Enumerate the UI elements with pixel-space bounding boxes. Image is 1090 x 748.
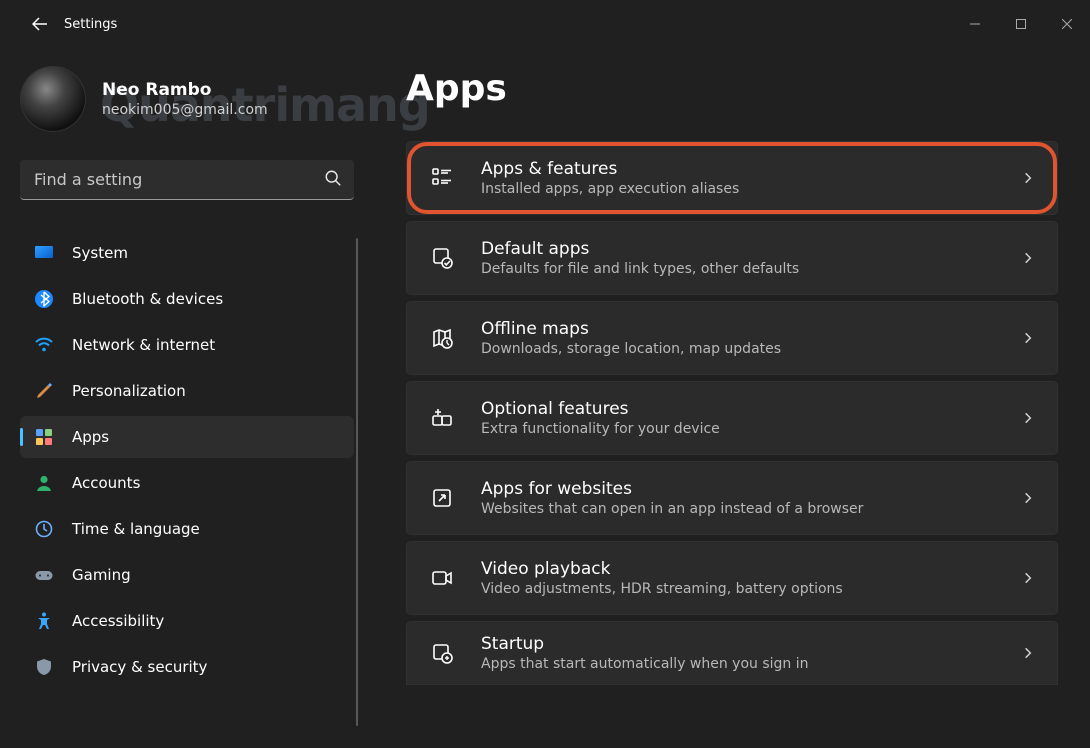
search-box <box>20 160 354 200</box>
sidebar-item-bluetooth[interactable]: Bluetooth & devices <box>20 278 354 320</box>
paintbrush-icon <box>34 381 54 401</box>
page-title: Apps <box>406 68 1058 109</box>
sidebar-item-label: Privacy & security <box>72 658 207 676</box>
back-button[interactable] <box>20 4 60 44</box>
titlebar: Settings <box>0 0 1090 48</box>
apps-list-icon <box>429 165 455 191</box>
sidebar-item-label: Accounts <box>72 474 140 492</box>
minimize-button[interactable] <box>952 8 998 40</box>
card-title: Optional features <box>481 399 1021 419</box>
sidebar-item-accessibility[interactable]: Accessibility <box>20 600 354 642</box>
chevron-right-icon <box>1021 411 1035 425</box>
card-optional-features[interactable]: Optional features Extra functionality fo… <box>406 381 1058 455</box>
sidebar-item-privacy[interactable]: Privacy & security <box>20 646 354 688</box>
sidebar-item-label: Personalization <box>72 382 186 400</box>
clock-globe-icon <box>34 519 54 539</box>
card-subtitle: Video adjustments, HDR streaming, batter… <box>481 581 1021 597</box>
wifi-icon <box>34 335 54 355</box>
accessibility-icon <box>34 611 54 631</box>
card-subtitle: Apps that start automatically when you s… <box>481 656 1021 672</box>
sidebar-item-label: Apps <box>72 428 109 446</box>
sidebar-item-personalization[interactable]: Personalization <box>20 370 354 412</box>
chevron-right-icon <box>1021 646 1035 660</box>
maximize-button[interactable] <box>998 8 1044 40</box>
profile-email: neokim005@gmail.com <box>102 102 268 118</box>
sidebar-item-gaming[interactable]: Gaming <box>20 554 354 596</box>
card-default-apps[interactable]: Default apps Defaults for file and link … <box>406 221 1058 295</box>
apps-for-websites-icon <box>429 485 455 511</box>
optional-features-icon <box>429 405 455 431</box>
sidebar-item-accounts[interactable]: Accounts <box>20 462 354 504</box>
gamepad-icon <box>34 565 54 585</box>
chevron-right-icon <box>1021 491 1035 505</box>
minimize-icon <box>970 19 980 29</box>
sidebar-item-label: Bluetooth & devices <box>72 290 223 308</box>
shield-icon <box>34 657 54 677</box>
card-apps-for-websites[interactable]: Apps for websites Websites that can open… <box>406 461 1058 535</box>
card-subtitle: Websites that can open in an app instead… <box>481 501 1021 517</box>
profile-block[interactable]: Quantrimang Neo Rambo neokim005@gmail.co… <box>20 66 354 132</box>
map-icon <box>429 325 455 351</box>
card-title: Startup <box>481 634 1021 654</box>
settings-card-list: Apps & features Installed apps, app exec… <box>406 141 1058 685</box>
chevron-right-icon <box>1021 171 1035 185</box>
sidebar-item-label: Gaming <box>72 566 131 584</box>
chevron-right-icon <box>1021 571 1035 585</box>
search-input[interactable] <box>20 160 354 200</box>
card-startup[interactable]: Startup Apps that start automatically wh… <box>406 621 1058 685</box>
sidebar-item-time-language[interactable]: Time & language <box>20 508 354 550</box>
card-offline-maps[interactable]: Offline maps Downloads, storage location… <box>406 301 1058 375</box>
card-subtitle: Installed apps, app execution aliases <box>481 181 1021 197</box>
avatar <box>20 66 86 132</box>
card-title: Video playback <box>481 559 1021 579</box>
sidebar-item-label: System <box>72 244 128 262</box>
card-subtitle: Extra functionality for your device <box>481 421 1021 437</box>
profile-text: Neo Rambo neokim005@gmail.com <box>102 80 268 118</box>
sidebar-item-label: Time & language <box>72 520 200 538</box>
card-subtitle: Downloads, storage location, map updates <box>481 341 1021 357</box>
card-apps-features[interactable]: Apps & features Installed apps, app exec… <box>406 141 1058 215</box>
window-controls <box>952 8 1090 40</box>
chevron-right-icon <box>1021 251 1035 265</box>
sidebar-item-apps[interactable]: Apps <box>20 416 354 458</box>
card-title: Default apps <box>481 239 1021 259</box>
display-icon <box>34 243 54 263</box>
card-subtitle: Defaults for file and link types, other … <box>481 261 1021 277</box>
startup-icon <box>429 640 455 666</box>
video-icon <box>429 565 455 591</box>
profile-name: Neo Rambo <box>102 80 268 100</box>
close-button[interactable] <box>1044 8 1090 40</box>
chevron-right-icon <box>1021 331 1035 345</box>
close-icon <box>1062 19 1072 29</box>
sidebar-item-label: Accessibility <box>72 612 164 630</box>
card-title: Offline maps <box>481 319 1021 339</box>
card-title: Apps for websites <box>481 479 1021 499</box>
main-panel: Apps Apps & features Installed apps, app… <box>360 48 1090 748</box>
maximize-icon <box>1016 19 1026 29</box>
sidebar-item-system[interactable]: System <box>20 232 354 274</box>
sidebar-item-label: Network & internet <box>72 336 215 354</box>
card-video-playback[interactable]: Video playback Video adjustments, HDR st… <box>406 541 1058 615</box>
person-icon <box>34 473 54 493</box>
search-icon <box>324 169 342 191</box>
bluetooth-icon <box>34 289 54 309</box>
sidebar: Quantrimang Neo Rambo neokim005@gmail.co… <box>0 48 360 748</box>
window-title: Settings <box>64 17 117 32</box>
nav-list: System Bluetooth & devices Network & int… <box>20 232 354 732</box>
default-apps-icon <box>429 245 455 271</box>
sidebar-item-network[interactable]: Network & internet <box>20 324 354 366</box>
apps-icon <box>34 427 54 447</box>
card-title: Apps & features <box>481 159 1021 179</box>
arrow-left-icon <box>32 16 48 32</box>
